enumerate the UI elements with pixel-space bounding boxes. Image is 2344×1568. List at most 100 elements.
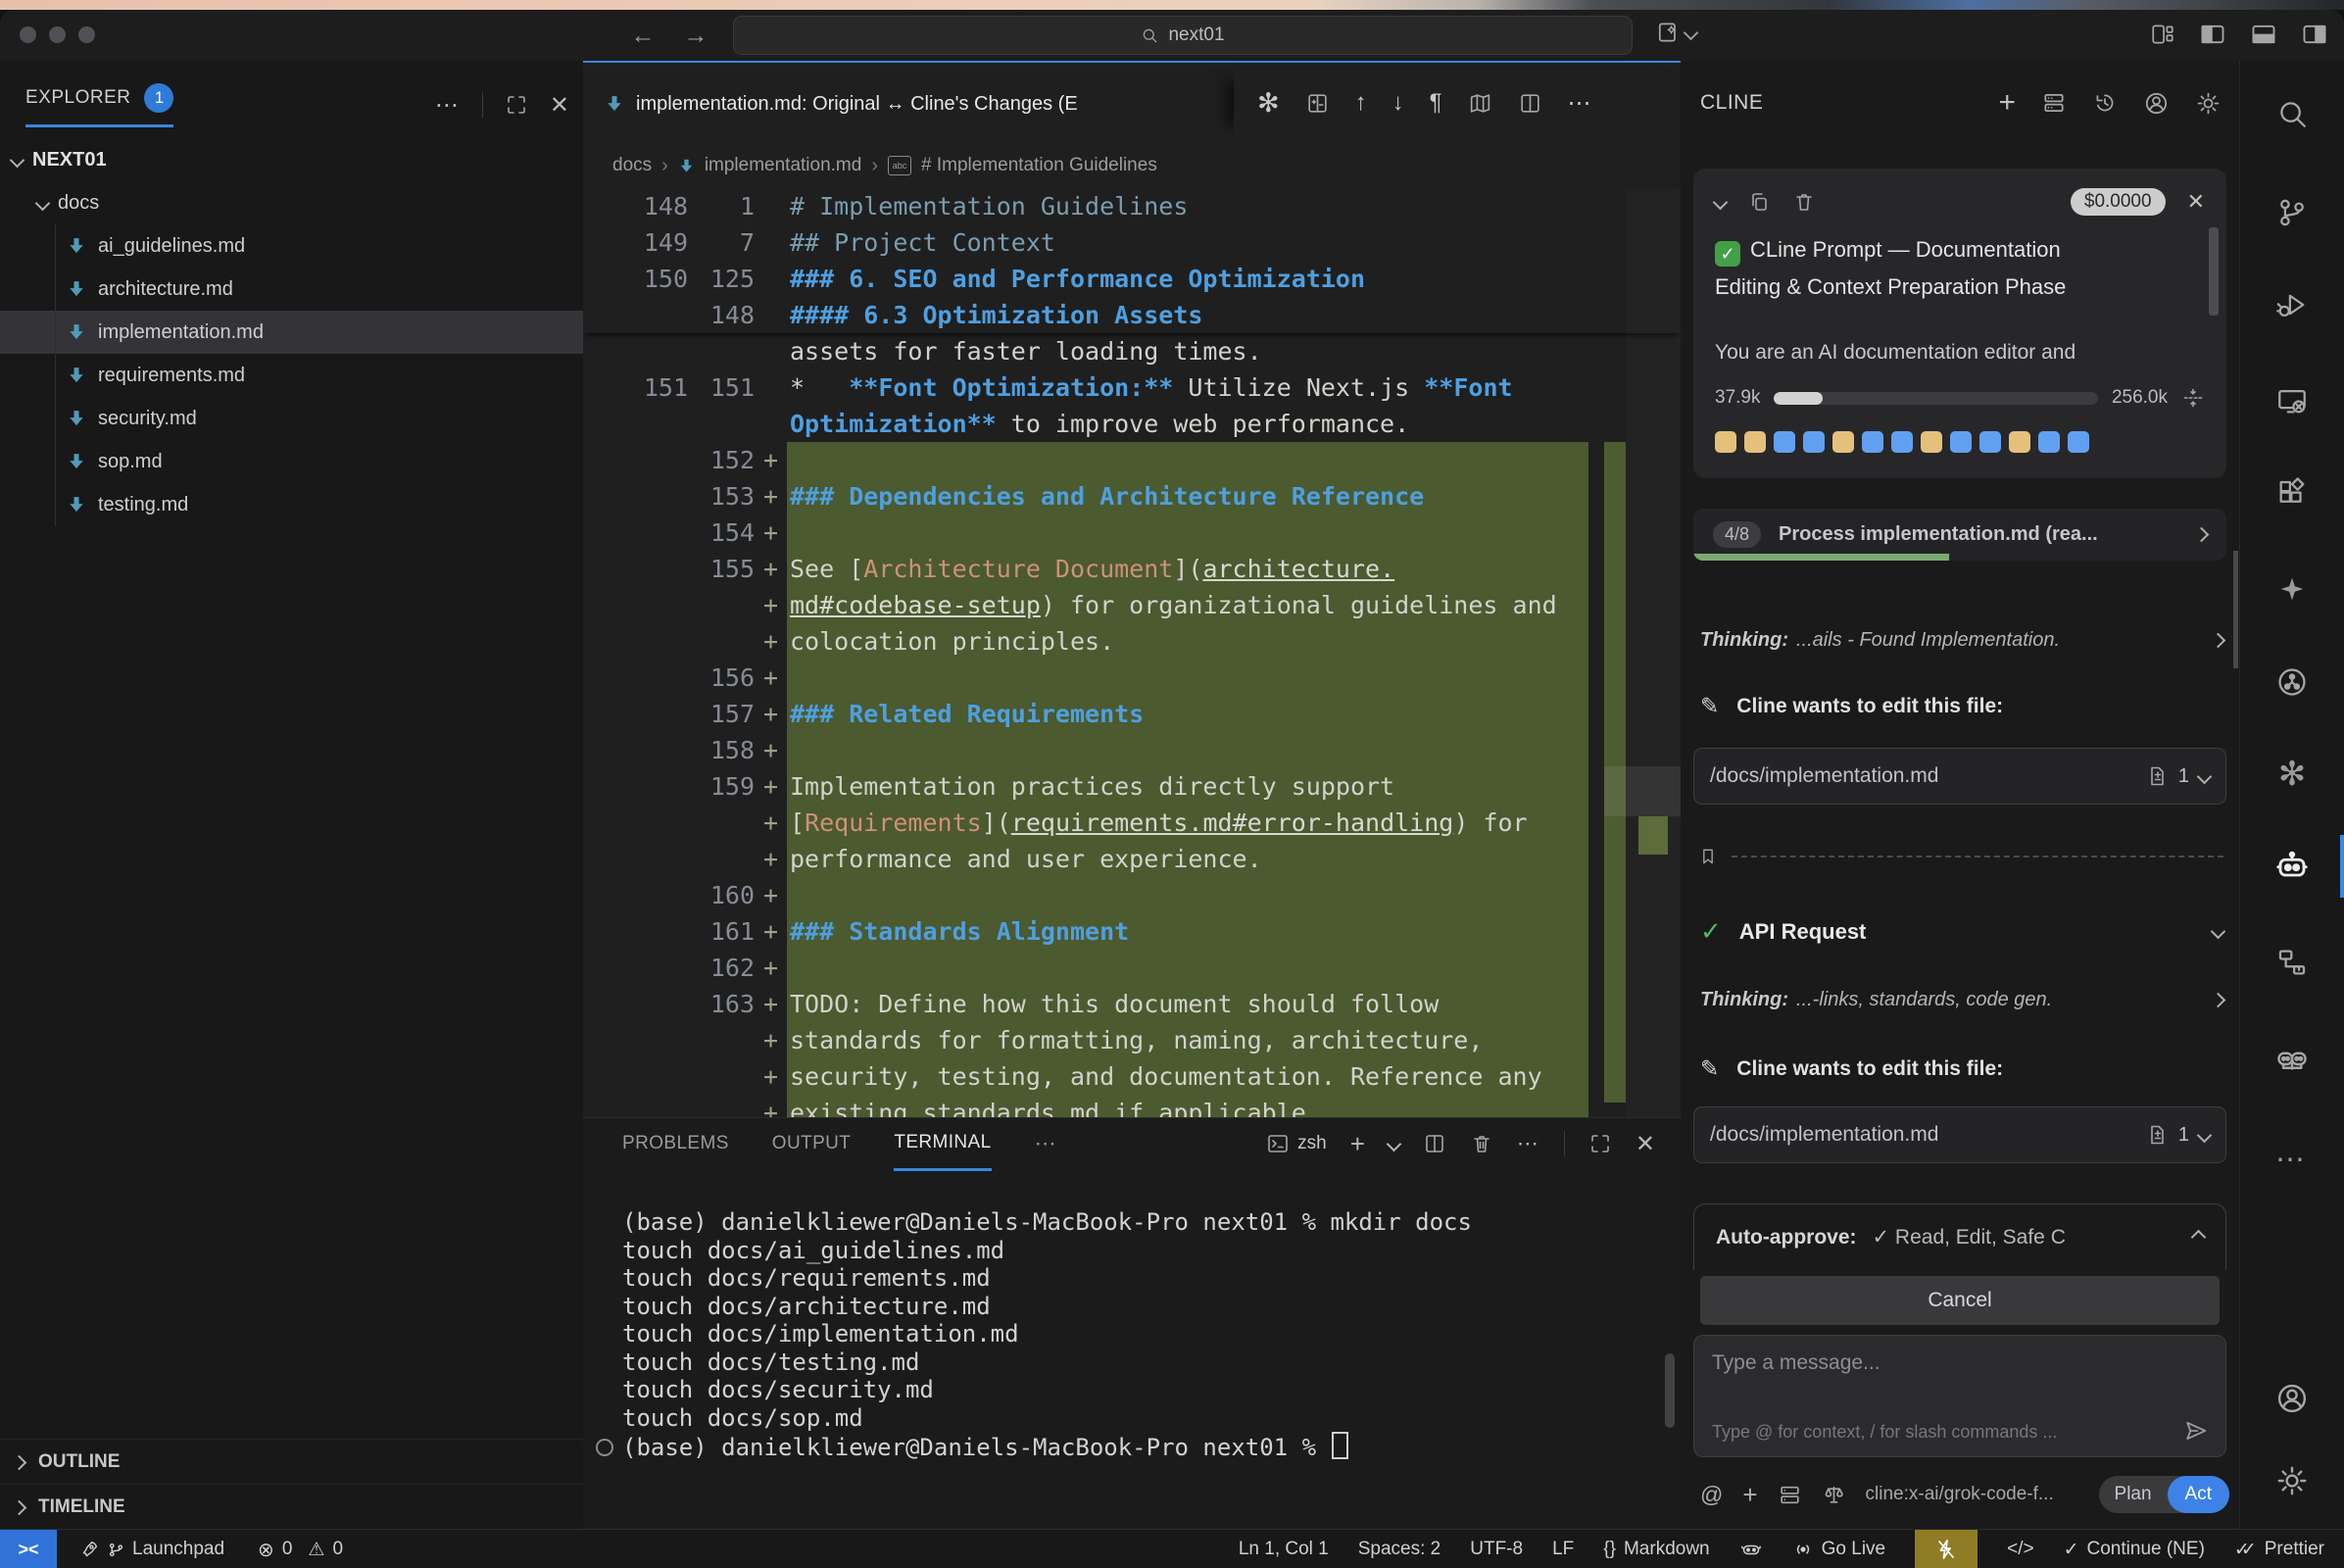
toggle-right-sidebar-icon[interactable] xyxy=(2301,21,2328,48)
thinking-row[interactable]: Thinking: ...ails - Found Implementation… xyxy=(1700,629,2223,652)
source-control-icon[interactable] xyxy=(2240,177,2344,248)
tree-root[interactable]: NEXT01 xyxy=(0,138,583,181)
close-window-icon[interactable] xyxy=(20,26,36,43)
mcp-servers-icon[interactable] xyxy=(1778,1483,1802,1507)
account-icon[interactable] xyxy=(2143,90,2170,117)
indentation[interactable]: Spaces: 2 xyxy=(1358,1539,1441,1560)
file-item[interactable]: testing.md xyxy=(0,483,583,526)
flash-disabled-badge[interactable] xyxy=(1915,1530,1978,1568)
file-item[interactable]: sop.md xyxy=(0,440,583,483)
settings-gear-icon[interactable] xyxy=(2240,1446,2344,1516)
cline-robot-icon[interactable] xyxy=(2240,831,2344,902)
task-progress-row[interactable]: 4/8 Process implementation.md (rea... xyxy=(1693,509,2226,561)
scrollbar-thumb[interactable] xyxy=(2233,551,2238,668)
continue-item[interactable]: ✓ Continue (NE) xyxy=(2064,1539,2205,1561)
account-icon[interactable] xyxy=(2240,1363,2344,1434)
forward-icon[interactable]: → xyxy=(678,18,713,53)
outline-section[interactable]: OUTLINE xyxy=(0,1439,583,1485)
command-center-search[interactable]: next01 xyxy=(733,16,1633,55)
launchpad-item[interactable]: Launchpad xyxy=(78,1539,224,1560)
back-icon[interactable]: ← xyxy=(625,18,660,53)
act-option[interactable]: Act xyxy=(2168,1476,2229,1513)
copilot-menu-button[interactable] xyxy=(1656,20,1696,45)
openai-icon[interactable]: ✻ xyxy=(2240,739,2344,809)
bookmark-icon[interactable] xyxy=(1698,845,1718,868)
copy-icon[interactable] xyxy=(1747,190,1771,214)
next-change-icon[interactable]: ↓ xyxy=(1392,89,1404,117)
add-context-icon[interactable]: + xyxy=(1742,1480,1757,1510)
api-request-row[interactable]: ✓ API Request xyxy=(1700,916,2223,947)
copilot-status-icon[interactable] xyxy=(1739,1538,1763,1561)
collapse-task-icon[interactable] xyxy=(1713,194,1729,210)
prettier-item[interactable]: ✓✓ Prettier xyxy=(2234,1539,2324,1561)
file-item[interactable]: architecture.md xyxy=(0,268,583,311)
problems-item[interactable]: ⊗ 0 ⚠ 0 xyxy=(258,1538,343,1562)
breadcrumb[interactable]: docs › implementation.md › abc # Impleme… xyxy=(583,143,1681,188)
extensions-icon[interactable] xyxy=(2240,459,2344,529)
plan-act-toggle[interactable]: Plan Act xyxy=(2099,1476,2229,1513)
focus-view-icon[interactable] xyxy=(505,93,528,117)
thinking-row[interactable]: Thinking: ...-links, standards, code gen… xyxy=(1700,989,2223,1011)
cursor-position[interactable]: Ln 1, Col 1 xyxy=(1239,1539,1329,1560)
mention-icon[interactable]: @ xyxy=(1700,1482,1723,1508)
timeline-section[interactable]: TIMELINE xyxy=(0,1484,583,1530)
zoom-window-icon[interactable] xyxy=(78,26,95,43)
tab-output[interactable]: OUTPUT xyxy=(772,1118,852,1169)
inline-diff-icon[interactable] xyxy=(1305,91,1330,116)
close-sidebar-icon[interactable]: ✕ xyxy=(550,91,569,120)
sparkle-icon[interactable] xyxy=(2240,554,2344,624)
scrollbar-thumb[interactable] xyxy=(1665,1353,1675,1428)
language-mode[interactable]: {} Markdown xyxy=(1603,1539,1709,1560)
search-icon[interactable] xyxy=(2240,78,2344,149)
new-terminal-icon[interactable]: + xyxy=(1350,1129,1365,1159)
new-task-icon[interactable]: + xyxy=(1998,93,2016,113)
minimize-window-icon[interactable] xyxy=(49,26,66,43)
kill-terminal-icon[interactable] xyxy=(1470,1132,1493,1155)
openai-icon[interactable]: ✻ xyxy=(1257,88,1280,119)
collapse-context-icon[interactable] xyxy=(2181,386,2205,410)
chevron-down-icon[interactable] xyxy=(2197,768,2213,784)
eol-sequence[interactable]: LF xyxy=(1552,1539,1574,1560)
file-path-box[interactable]: /docs/implementation.md 1 xyxy=(1693,1106,2226,1163)
settings-gear-icon[interactable] xyxy=(2195,90,2222,117)
scrollbar-thumb[interactable] xyxy=(2209,227,2219,316)
minimap-slider[interactable] xyxy=(1604,766,1681,816)
run-debug-icon[interactable] xyxy=(2240,270,2344,340)
scales-icon[interactable] xyxy=(1822,1483,1846,1507)
file-item[interactable]: security.md xyxy=(0,397,583,440)
go-live-item[interactable]: Go Live xyxy=(1792,1539,1885,1560)
delete-task-icon[interactable] xyxy=(1792,190,1816,214)
more-extensions-icon[interactable]: ⋯ xyxy=(2240,1124,2344,1195)
previous-change-icon[interactable]: ↑ xyxy=(1355,89,1367,117)
chevron-up-icon[interactable] xyxy=(2191,1230,2207,1246)
toggle-left-sidebar-icon[interactable] xyxy=(2199,21,2226,48)
terminal-output[interactable]: (base) danielkliewer@Daniels-MacBook-Pro… xyxy=(583,1169,1681,1530)
more-actions-icon[interactable]: ⋯ xyxy=(1568,89,1593,118)
pilcrow-icon[interactable]: ¶ xyxy=(1430,89,1442,117)
chevron-down-icon[interactable] xyxy=(1387,1136,1402,1152)
tab-terminal[interactable]: TERMINAL xyxy=(894,1117,991,1171)
plan-option[interactable]: Plan xyxy=(2099,1484,2168,1505)
command-decoration-icon[interactable] xyxy=(596,1439,613,1456)
file-item[interactable]: requirements.md xyxy=(0,354,583,397)
terminal-more-icon[interactable]: ⋯ xyxy=(1517,1131,1540,1156)
breadcrumb-item[interactable]: docs xyxy=(612,155,652,176)
tab-problems[interactable]: PROBLEMS xyxy=(622,1118,729,1169)
auto-approve-section[interactable]: Auto-approve: ✓ Read, Edit, Safe C xyxy=(1693,1203,2226,1270)
remote-indicator[interactable]: >< xyxy=(0,1530,57,1568)
map-icon[interactable] xyxy=(1468,91,1492,116)
breadcrumb-item[interactable]: # Implementation Guidelines xyxy=(921,155,1157,176)
tab-implementation-diff[interactable]: implementation.md: Original ↔ Cline's Ch… xyxy=(583,63,1255,145)
code-item[interactable]: </> xyxy=(2007,1539,2033,1560)
message-input[interactable]: Type a message... Type @ for context, / … xyxy=(1693,1335,2226,1457)
model-selector[interactable]: cline:x-ai/grok-code-f... xyxy=(1866,1484,2079,1505)
breadcrumb-item[interactable]: implementation.md xyxy=(705,155,862,176)
tree-folder-docs[interactable]: docs xyxy=(0,181,583,224)
remote-explorer-icon[interactable] xyxy=(2240,366,2344,436)
maximize-panel-icon[interactable] xyxy=(1588,1132,1612,1155)
dependency-graph-icon[interactable] xyxy=(2240,647,2344,717)
split-terminal-icon[interactable] xyxy=(1423,1132,1446,1155)
close-task-icon[interactable]: ✕ xyxy=(2187,189,2205,215)
flowchart-icon[interactable] xyxy=(2240,927,2344,998)
encoding[interactable]: UTF-8 xyxy=(1470,1539,1523,1560)
